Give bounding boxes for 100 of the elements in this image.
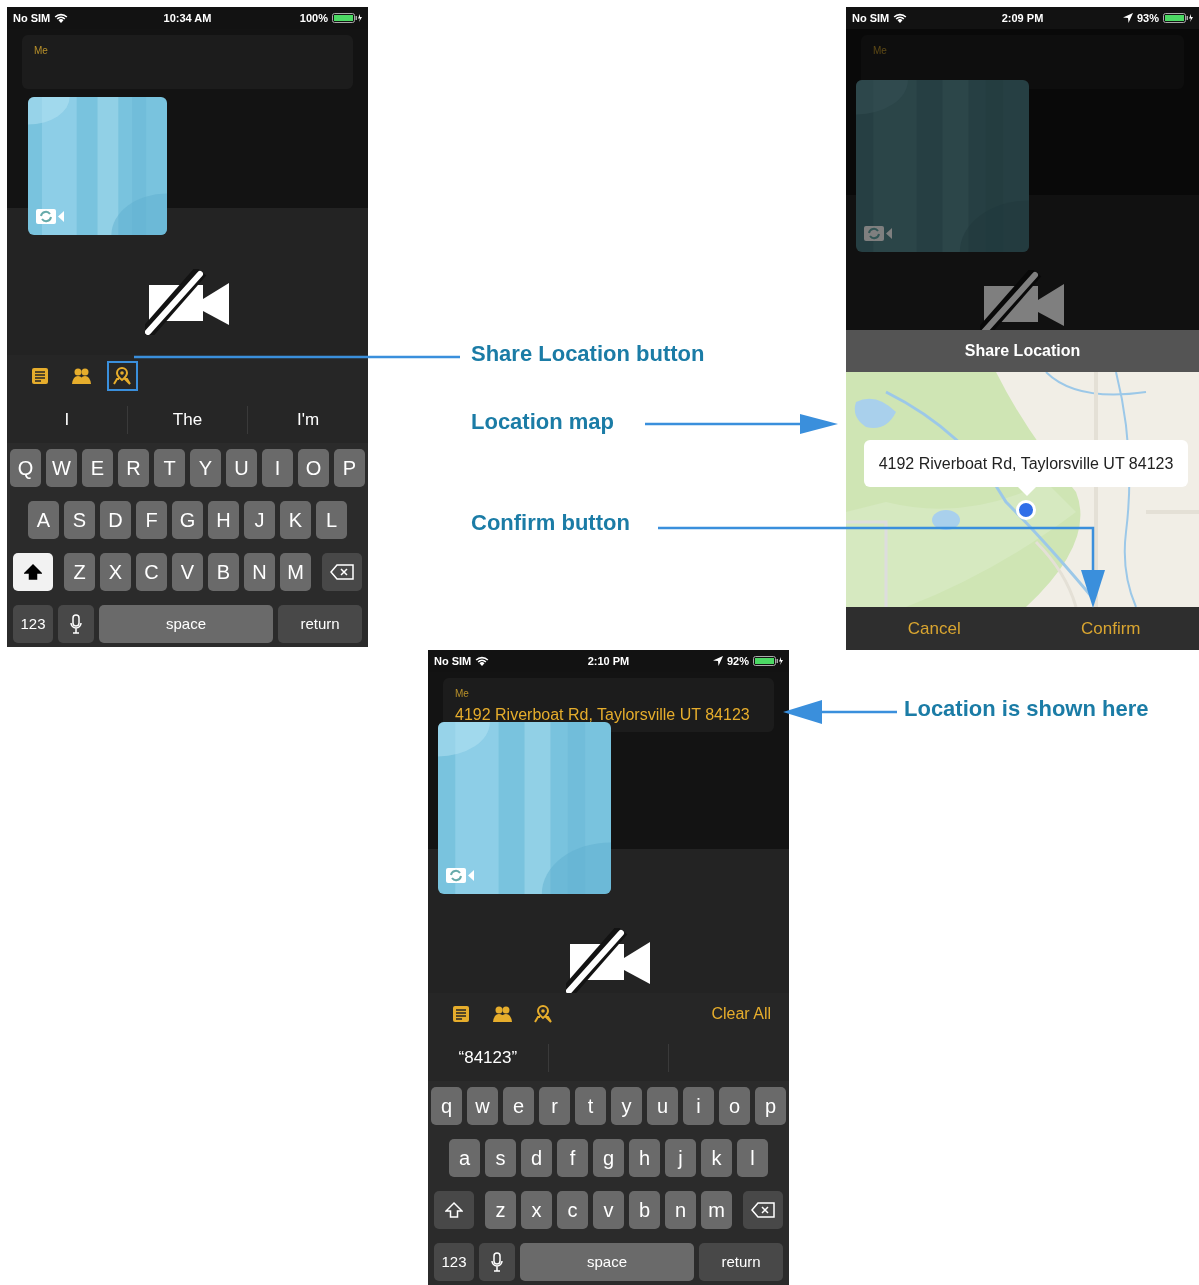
key[interactable]: x <box>521 1191 552 1229</box>
number-key[interactable]: 123 <box>13 605 53 643</box>
delete-icon <box>330 564 354 580</box>
location-dot-icon <box>1016 500 1036 520</box>
key[interactable]: a <box>449 1139 480 1177</box>
key[interactable]: T <box>154 449 185 487</box>
shift-icon <box>445 1201 463 1219</box>
key[interactable]: P <box>334 449 365 487</box>
key[interactable]: U <box>226 449 257 487</box>
suggestion[interactable]: The <box>127 406 249 434</box>
carrier-name: No SIM <box>434 653 472 669</box>
sender-label: Me <box>873 44 888 58</box>
key[interactable]: B <box>208 553 239 591</box>
key[interactable]: u <box>647 1087 678 1125</box>
number-key[interactable]: 123 <box>434 1243 474 1281</box>
key[interactable]: j <box>665 1139 696 1177</box>
sender-label: Me <box>455 687 470 701</box>
battery-icon <box>332 13 362 23</box>
location-pin-icon[interactable] <box>109 363 136 389</box>
camera-off-icon <box>144 269 231 335</box>
key[interactable]: A <box>28 501 59 539</box>
key[interactable]: z <box>485 1191 516 1229</box>
key[interactable]: c <box>557 1191 588 1229</box>
shift-key[interactable] <box>13 553 53 591</box>
shift-key[interactable] <box>434 1191 474 1229</box>
key[interactable]: Z <box>64 553 95 591</box>
delete-icon <box>751 1202 775 1218</box>
key[interactable]: L <box>316 501 347 539</box>
key[interactable]: J <box>244 501 275 539</box>
key[interactable]: t <box>575 1087 606 1125</box>
return-key[interactable]: return <box>699 1243 783 1281</box>
microphone-key[interactable] <box>479 1243 515 1281</box>
clear-all-button[interactable]: Clear All <box>711 1002 771 1026</box>
key[interactable]: k <box>701 1139 732 1177</box>
key[interactable]: e <box>503 1087 534 1125</box>
key[interactable]: m <box>701 1191 732 1229</box>
delete-key[interactable] <box>743 1191 783 1229</box>
key[interactable]: O <box>298 449 329 487</box>
key[interactable]: l <box>737 1139 768 1177</box>
key[interactable]: I <box>262 449 293 487</box>
status-time: 2:09 PM <box>1001 10 1044 26</box>
message-text: 4192 Riverboat Rd, Taylorsville UT 84123 <box>455 705 751 725</box>
key[interactable]: S <box>64 501 95 539</box>
key[interactable]: h <box>629 1139 660 1177</box>
key[interactable]: F <box>136 501 167 539</box>
callout-label: Location is shown here <box>904 696 1149 722</box>
key[interactable]: b <box>629 1191 660 1229</box>
battery-percent: 93% <box>1137 10 1159 26</box>
key[interactable]: o <box>719 1087 750 1125</box>
popup-pointer-icon <box>1017 486 1037 496</box>
key[interactable]: q <box>431 1087 462 1125</box>
key[interactable]: D <box>100 501 131 539</box>
key[interactable]: Y <box>190 449 221 487</box>
wifi-icon <box>893 12 908 24</box>
key[interactable]: v <box>593 1191 624 1229</box>
key[interactable]: f <box>557 1139 588 1177</box>
location-arrow-icon <box>1123 13 1133 23</box>
return-key[interactable]: return <box>278 605 362 643</box>
microphone-icon <box>70 614 82 634</box>
key[interactable]: Q <box>10 449 41 487</box>
cancel-button[interactable]: Cancel <box>846 607 1023 650</box>
key[interactable]: p <box>755 1087 786 1125</box>
key[interactable]: G <box>172 501 203 539</box>
key[interactable]: H <box>208 501 239 539</box>
key[interactable]: N <box>244 553 275 591</box>
status-time: 2:10 PM <box>587 653 630 669</box>
key[interactable]: W <box>46 449 77 487</box>
delete-key[interactable] <box>322 553 362 591</box>
key[interactable]: i <box>683 1087 714 1125</box>
microphone-key[interactable] <box>58 605 94 643</box>
suggestion[interactable]: I'm <box>248 406 368 434</box>
battery-percent: 92% <box>726 653 749 669</box>
key[interactable]: n <box>665 1191 696 1229</box>
key[interactable]: y <box>611 1087 642 1125</box>
microphone-icon <box>491 1252 503 1272</box>
callout-label: Location map <box>471 409 614 435</box>
sheet-title: Share Location <box>846 330 1199 372</box>
confirm-button[interactable]: Confirm <box>1022 607 1199 650</box>
key[interactable]: E <box>82 449 113 487</box>
key[interactable]: K <box>280 501 311 539</box>
key[interactable]: r <box>539 1087 570 1125</box>
key[interactable]: C <box>136 553 167 591</box>
key[interactable]: w <box>467 1087 498 1125</box>
key[interactable]: M <box>280 553 311 591</box>
battery-icon <box>753 656 783 666</box>
suggestion[interactable]: I <box>7 406 128 434</box>
space-key[interactable]: space <box>99 605 273 643</box>
shift-icon <box>24 563 42 581</box>
key[interactable]: X <box>100 553 131 591</box>
status-time: 10:34 AM <box>163 10 212 26</box>
space-key[interactable]: space <box>520 1243 694 1281</box>
key[interactable]: d <box>521 1139 552 1177</box>
key[interactable]: R <box>118 449 149 487</box>
wifi-icon <box>475 655 490 667</box>
key[interactable]: V <box>172 553 203 591</box>
key[interactable]: s <box>485 1139 516 1177</box>
callout-label: Share Location button <box>471 341 705 367</box>
carrier-name: No SIM <box>852 10 890 26</box>
key[interactable]: g <box>593 1139 624 1177</box>
sender-label: Me <box>34 44 49 58</box>
